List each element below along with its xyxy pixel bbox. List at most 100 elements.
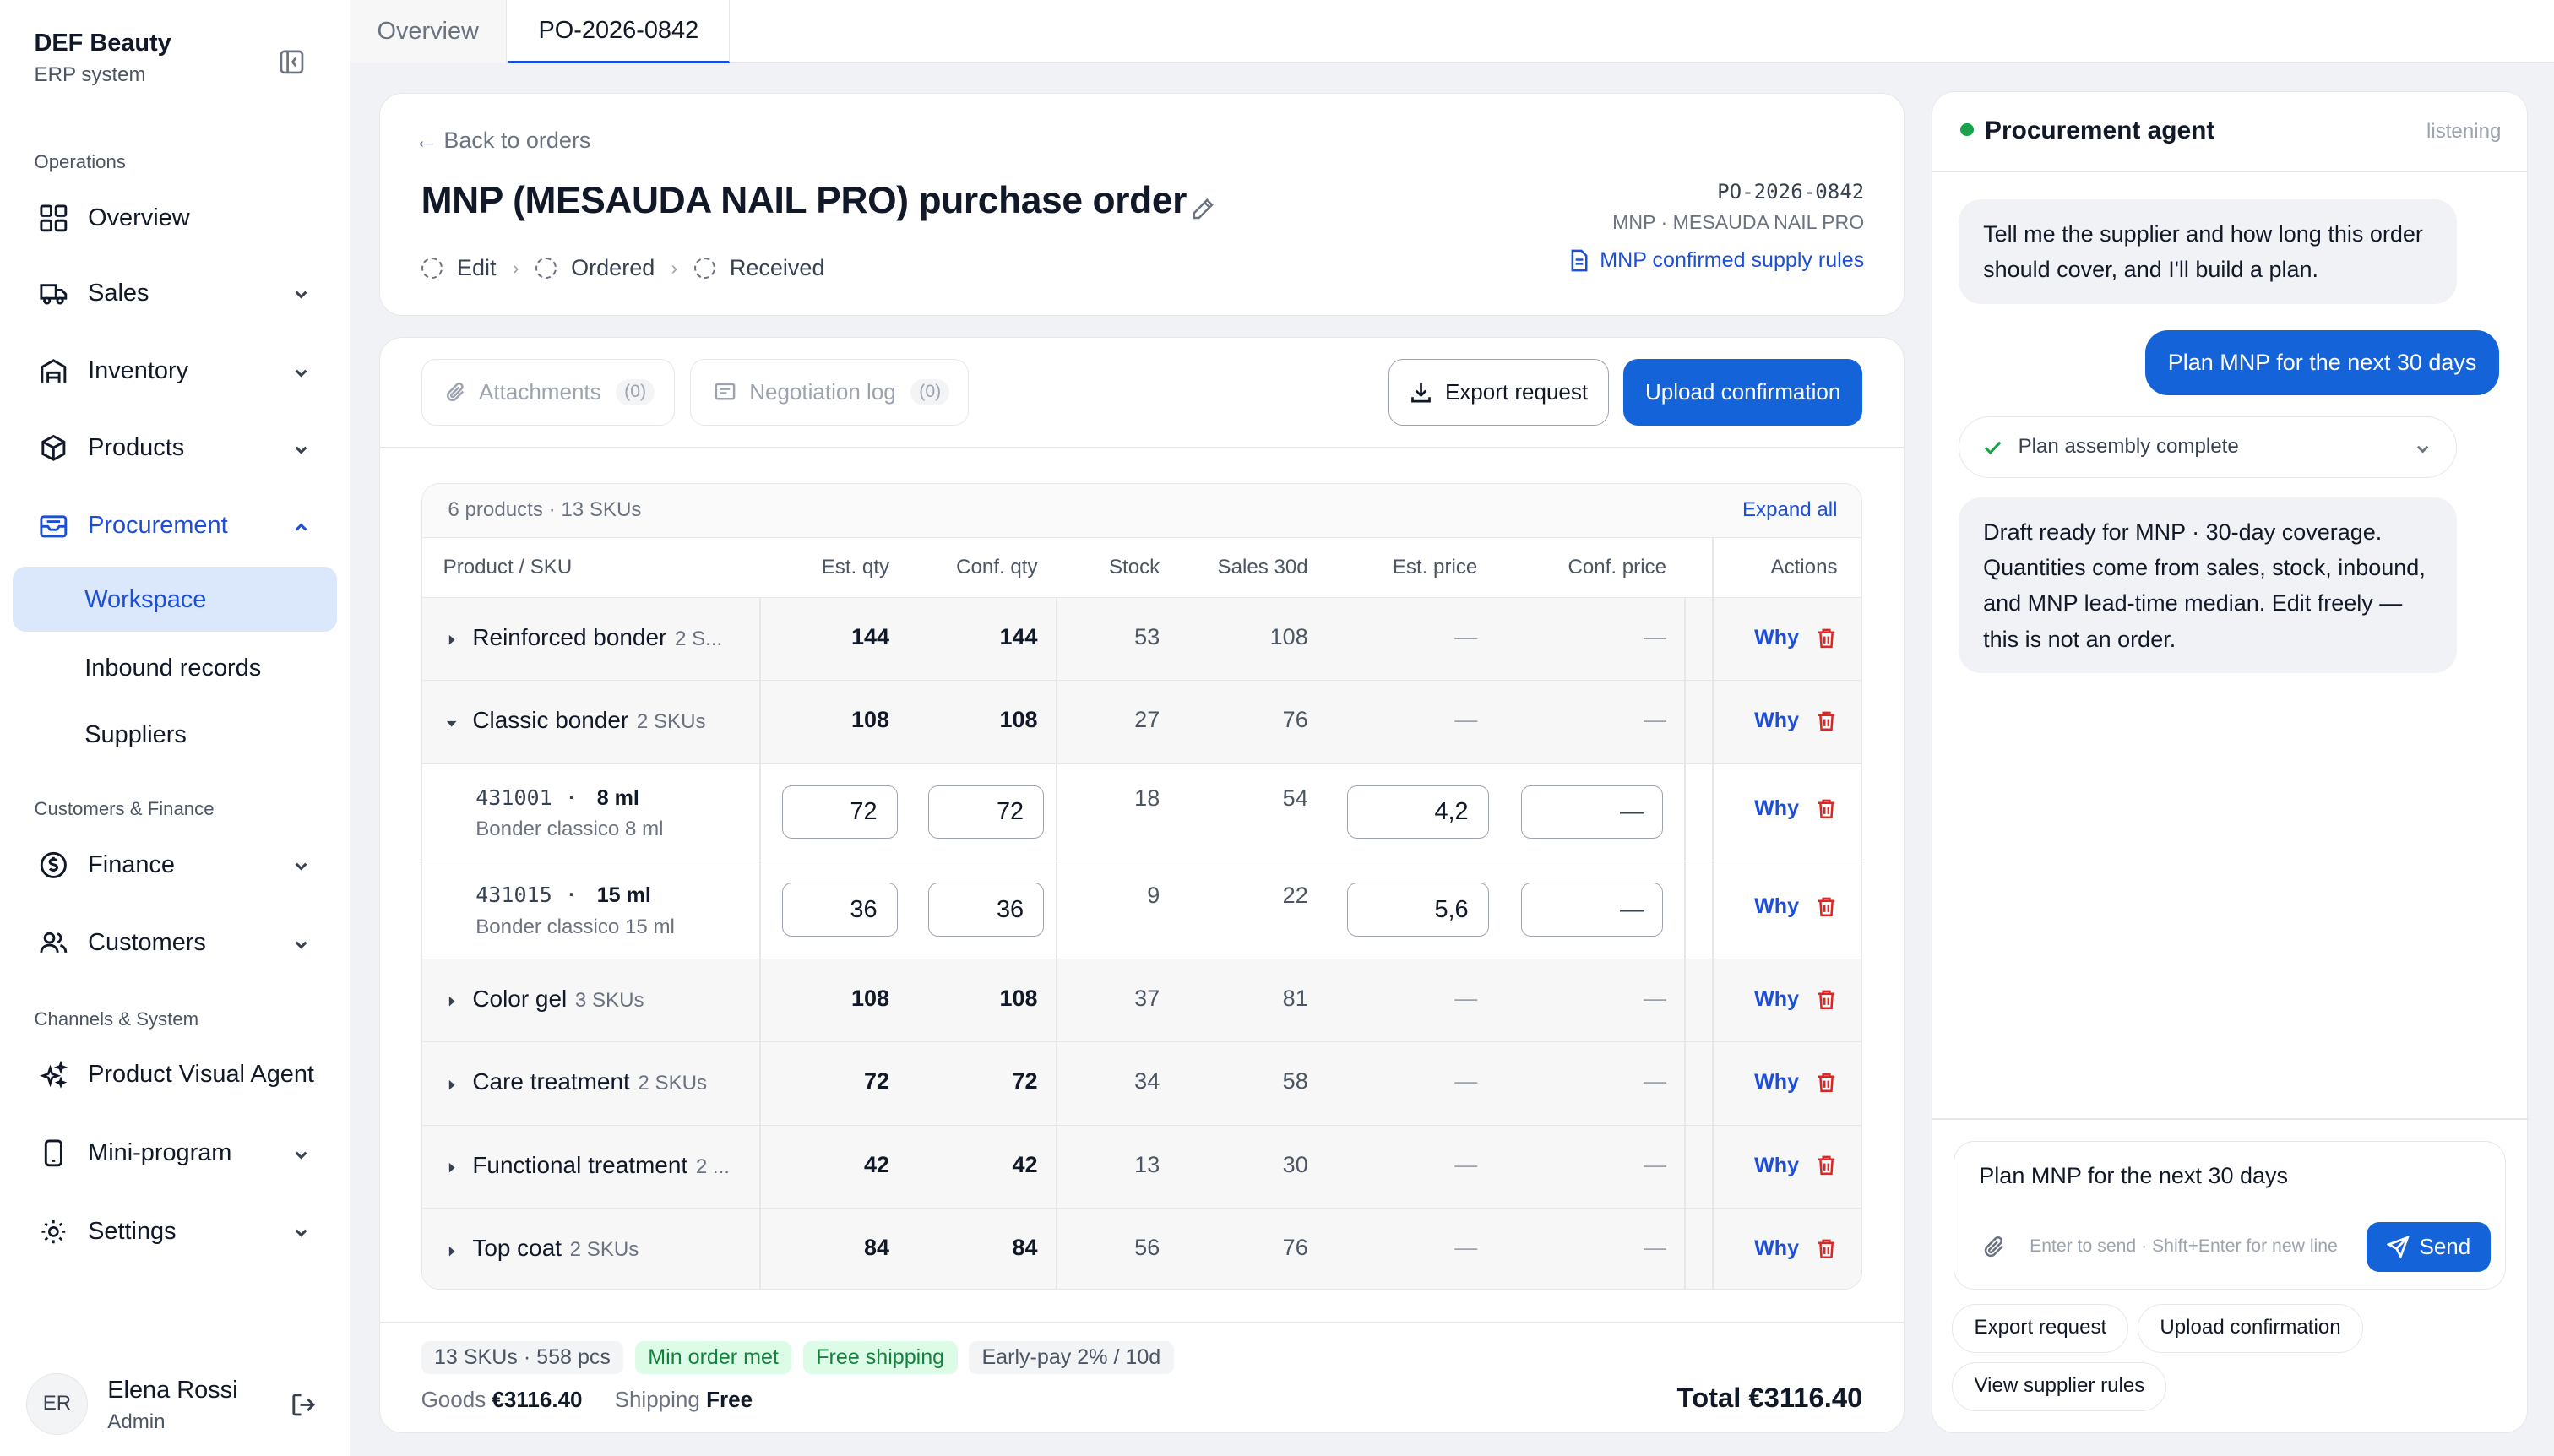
pencil-icon[interactable] [1190,196,1216,222]
trash-icon[interactable] [1816,798,1837,819]
quick-action-upload-confirmation[interactable]: Upload confirmation [2138,1303,2363,1353]
table-row-group[interactable]: Functional treatment 2 ... 42 42 13 30 — … [421,1125,1862,1209]
tab-overview[interactable]: Overview [350,0,507,64]
order-lines-table: 6 products · 13 SKUs Expand all Product … [421,482,1863,1290]
est-qty-input[interactable]: 72 [781,785,898,839]
nav-inbound-records[interactable]: Inbound records [13,635,337,700]
supply-rules-link[interactable]: MNP confirmed supply rules [1569,248,1864,273]
paperclip-icon[interactable] [1982,1235,2007,1259]
nav-label: Settings [88,1217,177,1245]
supplier-name: MNP · MESAUDA NAIL PRO [1612,210,1865,233]
step-edit: Edit [421,255,497,281]
stock: 18 [1134,785,1160,811]
early-pay-badge: Early-pay 2% / 10d [969,1341,1174,1374]
step-separator: › [512,256,519,279]
trash-icon[interactable] [1816,710,1837,731]
trash-icon[interactable] [1816,989,1837,1010]
tab-po[interactable]: PO-2026-0842 [508,0,730,64]
nav-finance[interactable]: Finance [13,833,337,898]
collapse-sidebar-icon[interactable] [279,49,305,75]
divider [380,1322,1904,1323]
sku-volume: 15 ml [596,883,651,908]
caret-right-icon[interactable] [445,995,458,1008]
back-to-orders-link[interactable]: ← Back to orders [415,128,591,154]
nav-mini-program[interactable]: Mini-program [13,1121,337,1186]
quick-action-view-supplier-rules[interactable]: View supplier rules [1952,1362,2167,1412]
nav-procurement[interactable]: Procurement [13,493,337,558]
trash-icon[interactable] [1816,1238,1837,1259]
caret-right-icon[interactable] [445,1161,458,1174]
divider [380,447,1904,449]
trash-icon[interactable] [1816,1154,1837,1176]
nav-settings[interactable]: Settings [13,1198,337,1263]
expand-all-link[interactable]: Expand all [1742,498,1838,522]
table-row-group[interactable]: Care treatment 2 SKUs 72 72 34 58 — — Why [421,1042,1862,1126]
why-link[interactable]: Why [1754,796,1799,821]
step-circle-icon [535,257,557,279]
est-price-input[interactable]: 4,2 [1347,785,1489,839]
est-price-input[interactable]: 5,6 [1347,883,1489,937]
conf-price-input[interactable]: — [1521,785,1664,839]
trash-icon[interactable] [1816,1072,1837,1093]
product-label: Classic bonder [472,707,629,734]
trash-icon[interactable] [1816,896,1837,917]
nav-sales[interactable]: Sales [13,261,337,326]
why-link[interactable]: Why [1754,894,1799,919]
avatar: ER [25,1372,89,1436]
trash-icon[interactable] [1816,627,1837,649]
caret-right-icon[interactable] [445,633,458,646]
conf-price: — [1644,1068,1666,1095]
table-row-group[interactable]: Reinforced bonder 2 S... 144 144 53 108 —… [421,597,1862,682]
attachments-button[interactable]: Attachments (0) [421,359,676,426]
table-row-group[interactable]: Color gel 3 SKUs 108 108 37 81 — — Why [421,959,1862,1043]
logout-icon[interactable] [290,1391,318,1419]
nav-customers[interactable]: Customers [13,910,337,975]
step-circle-icon [421,257,443,279]
chevron-down-icon [291,363,311,383]
why-link[interactable]: Why [1754,1236,1799,1261]
order-total: Total €3116.40 [1676,1382,1863,1414]
caret-right-icon[interactable] [445,1245,458,1258]
stock: 13 [1134,1151,1160,1177]
why-link[interactable]: Why [1754,709,1799,733]
conf-qty-input[interactable]: 36 [928,883,1045,937]
send-button[interactable]: Send [2367,1221,2491,1273]
caret-right-icon[interactable] [445,1078,458,1091]
export-request-button[interactable]: Export request [1388,359,1609,426]
nav-product-visual-agent[interactable]: Product Visual Agent [13,1042,337,1107]
caret-down-icon[interactable] [445,717,458,730]
conf-price: — [1644,707,1666,733]
step-circle-icon [693,257,715,279]
why-link[interactable]: Why [1754,1070,1799,1095]
why-link[interactable]: Why [1754,1154,1799,1178]
why-link[interactable]: Why [1754,626,1799,650]
nav-inventory[interactable]: Inventory [13,339,337,404]
table-row-group[interactable]: Top coat 2 SKUs 84 84 56 76 — — Why [421,1209,1862,1289]
nav-overview[interactable]: Overview [13,186,337,251]
est-price: — [1454,623,1478,649]
est-qty-input[interactable]: 36 [781,883,898,937]
agent-header: Procurement agent listening [1932,92,2530,172]
column-divider [1712,537,1714,1289]
table-row-group[interactable]: Classic bonder 2 SKUs 108 108 27 76 — — W… [421,681,1862,764]
chevron-up-icon [291,518,311,537]
negotiation-log-button[interactable]: Negotiation log (0) [689,359,969,426]
why-link[interactable]: Why [1754,987,1799,1012]
sku-count: 3 SKUs [574,988,644,1012]
nav-suppliers[interactable]: Suppliers [13,702,337,767]
column-header-stock: Stock [1108,555,1160,579]
sku-code: 431001 · 8 ml [475,785,639,810]
upload-confirmation-button[interactable]: Upload confirmation [1622,359,1863,426]
plan-status-disclosure[interactable]: Plan assembly complete [1959,416,2458,479]
quick-action-export-request[interactable]: Export request [1952,1303,2129,1353]
chat-composer[interactable]: Plan MNP for the next 30 days Enter to s… [1954,1141,2507,1290]
conf-qty-input[interactable]: 72 [928,785,1045,839]
download-icon [1410,381,1445,404]
nav-workspace[interactable]: Workspace [13,567,338,633]
conf-price-input[interactable]: — [1521,883,1664,937]
totals-breakdown: Goods €3116.40 Shipping Free [421,1387,779,1413]
chat-input[interactable]: Plan MNP for the next 30 days [1979,1163,2288,1189]
nav-products[interactable]: Products [13,416,337,481]
shipping-value: Free [706,1387,753,1413]
column-divider [1684,597,1687,1289]
